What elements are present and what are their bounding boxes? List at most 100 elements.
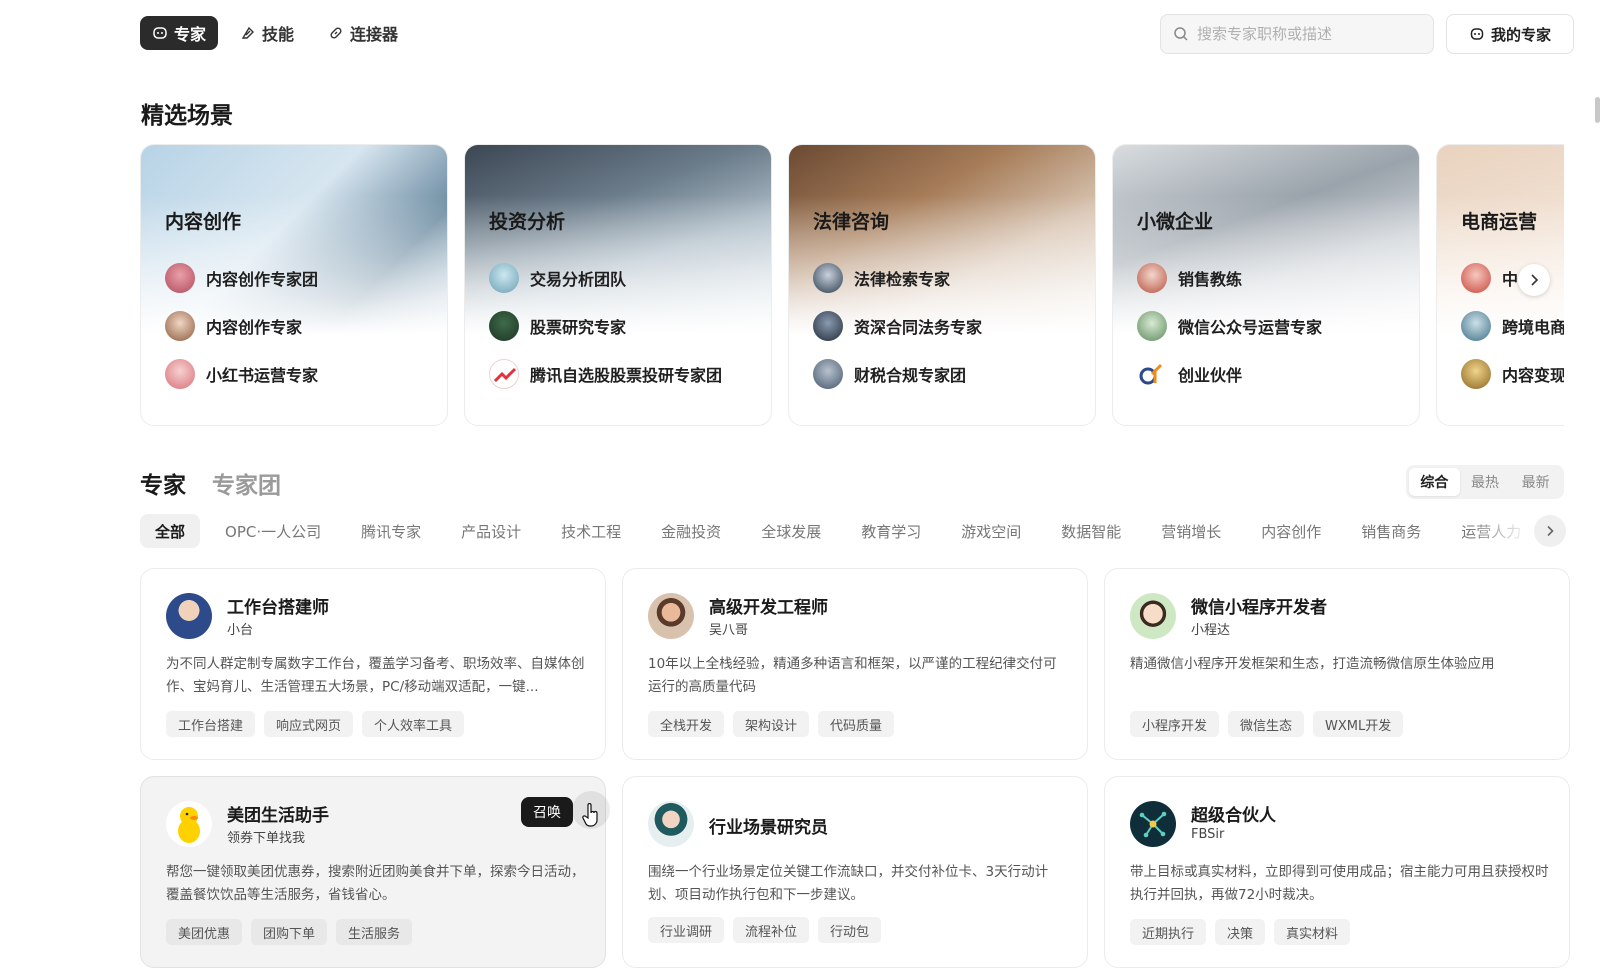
- tab-skills-label: 技能: [262, 25, 295, 44]
- category-chip[interactable]: 销售商务: [1346, 514, 1436, 548]
- scene-item[interactable]: 跨境电商: [1461, 311, 1564, 341]
- avatar: [165, 263, 195, 293]
- expert-tag: 决策: [1215, 919, 1266, 945]
- summon-button[interactable]: 召唤: [521, 797, 573, 827]
- avatar: [165, 359, 195, 389]
- category-chip[interactable]: 全球发展: [746, 514, 836, 548]
- category-chip[interactable]: 数据智能: [1046, 514, 1136, 548]
- expert-tag: 工作台搭建: [166, 711, 256, 737]
- expert-description: 围绕一个行业场景定位关键工作流缺口，并交付补位卡、3天行动计划、项目动作执行包和…: [648, 864, 1049, 903]
- avatar: [813, 263, 843, 293]
- stock-trend-icon: [493, 367, 517, 383]
- scene-title: 电商运营: [1461, 211, 1538, 233]
- sort-newest[interactable]: 最新: [1510, 468, 1561, 496]
- scene-item[interactable]: 资深合同法务专家: [813, 311, 982, 341]
- scene-item[interactable]: 销售教练: [1137, 263, 1322, 293]
- sort-hottest[interactable]: 最热: [1460, 468, 1511, 496]
- expert-description: 10年以上全栈经验，精通多种语言和框架，以严谨的工程纪律交付可运行的高质量代码: [648, 656, 1057, 695]
- expert-tag: 团购下单: [251, 919, 328, 945]
- category-chip[interactable]: 营销增长: [1146, 514, 1236, 548]
- network-logo-icon: [1139, 811, 1167, 838]
- expert-tag: 全栈开发: [648, 711, 725, 737]
- categories-next-button[interactable]: [1534, 515, 1566, 547]
- expert-tag: 近期执行: [1130, 919, 1207, 945]
- category-chip[interactable]: 内容创作: [1246, 514, 1336, 548]
- scene-card-legal[interactable]: 法律咨询 法律检索专家 资深合同法务专家 财税合规专家团: [788, 144, 1096, 426]
- avatar: [1137, 359, 1167, 389]
- expert-card[interactable]: 工作台搭建师 小台 为不同人群定制专属数字工作台，覆盖学习备考、职场效率、自媒体…: [140, 568, 606, 760]
- expert-card[interactable]: 高级开发工程师 吴八哥 10年以上全栈经验，精通多种语言和框架，以严谨的工程纪律…: [622, 568, 1088, 760]
- hand-cursor-icon: [582, 803, 598, 827]
- scene-item-label: 创业伙伴: [1178, 366, 1243, 385]
- avatar: [1130, 801, 1176, 847]
- avatar: [166, 593, 212, 639]
- search-input[interactable]: [1197, 25, 1417, 43]
- scene-item[interactable]: 交易分析团队: [489, 263, 722, 293]
- chevron-right-icon: [1531, 274, 1539, 286]
- scene-item[interactable]: 腾讯自选股股票投研专家团: [489, 359, 722, 389]
- scenes-next-button[interactable]: [1518, 264, 1550, 296]
- category-chip[interactable]: 金融投资: [646, 514, 736, 548]
- scene-item[interactable]: 小红书运营专家: [165, 359, 318, 389]
- expert-tag: 行动包: [818, 917, 882, 943]
- category-chip[interactable]: 全部: [140, 514, 201, 548]
- sort-overall[interactable]: 综合: [1409, 468, 1460, 496]
- tab-experts[interactable]: 专家: [140, 16, 219, 50]
- my-experts-label: 我的专家: [1490, 25, 1551, 44]
- tab-skills[interactable]: 技能: [228, 16, 306, 50]
- category-chip[interactable]: 腾讯专家: [346, 514, 436, 548]
- scene-item[interactable]: 内容变现: [1461, 359, 1564, 389]
- scene-item[interactable]: 创业伙伴: [1137, 359, 1322, 389]
- scene-card-smb[interactable]: 小微企业 销售教练 微信公众号运营专家 创业伙伴: [1112, 144, 1420, 426]
- scene-item-label: 内容变现: [1502, 366, 1564, 385]
- scene-title: 投资分析: [489, 211, 566, 233]
- my-experts-button[interactable]: 我的专家: [1446, 14, 1574, 54]
- avatar: [1461, 359, 1491, 389]
- scene-card-investment[interactable]: 投资分析 交易分析团队 股票研究专家 腾讯自选股股票投研专家团: [464, 144, 772, 426]
- avatar: [1137, 311, 1167, 341]
- scene-item[interactable]: 内容创作专家团: [165, 263, 318, 293]
- expert-name: 行业场景研究员: [709, 818, 828, 838]
- scene-item[interactable]: 法律检索专家: [813, 263, 982, 293]
- scene-item-label: 交易分析团队: [530, 270, 627, 289]
- expert-name: 高级开发工程师: [709, 598, 828, 618]
- top-nav: 专家 技能 连接器: [140, 16, 410, 50]
- scene-title: 小微企业: [1137, 211, 1214, 233]
- tab-experts-list[interactable]: 专家: [140, 466, 186, 500]
- expert-card[interactable]: 超级合伙人 FBSir 带上目标或真实材料，立即得到可使用成品；宿主能力可用且获…: [1104, 776, 1570, 968]
- expert-card[interactable]: 美团生活助手 领券下单找我 帮您一键领取美团优惠券，搜索附近团购美食并下单，探索…: [140, 776, 610, 968]
- expert-name: 微信小程序开发者: [1191, 598, 1327, 618]
- expert-tabs: 专家 专家团: [140, 466, 281, 500]
- expert-tag: 行业调研: [648, 917, 725, 943]
- expert-subtitle: 小台: [227, 623, 254, 638]
- scene-title: 法律咨询: [813, 211, 890, 233]
- tab-expert-teams[interactable]: 专家团: [212, 466, 281, 500]
- tab-connectors[interactable]: 连接器: [316, 16, 410, 50]
- expert-card[interactable]: 微信小程序开发者 小程达 精通微信小程序开发框架和生态，打造流畅微信原生体验应用…: [1104, 568, 1570, 760]
- scene-item[interactable]: 微信公众号运营专家: [1137, 311, 1322, 341]
- search-box[interactable]: [1160, 14, 1434, 54]
- expert-card[interactable]: 行业场景研究员 围绕一个行业场景定位关键工作流缺口，并交付补位卡、3天行动计划、…: [622, 776, 1088, 968]
- expert-subtitle: 领券下单找我: [227, 831, 306, 846]
- expert-tag: 流程补位: [733, 917, 810, 943]
- tab-experts-label: 专家: [174, 25, 207, 44]
- scene-item[interactable]: 财税合规专家团: [813, 359, 982, 389]
- category-chip[interactable]: 游戏空间: [946, 514, 1036, 548]
- scene-card-content[interactable]: 内容创作 内容创作专家团 内容创作专家 小红书运营专家: [140, 144, 448, 426]
- category-chip[interactable]: 产品设计: [446, 514, 536, 548]
- scene-item[interactable]: 内容创作专家: [165, 311, 318, 341]
- scene-item-label: 内容创作专家: [206, 318, 303, 337]
- expert-tag: 响应式网页: [264, 711, 354, 737]
- avatar: [489, 359, 519, 389]
- scene-item-label: 财税合规专家团: [854, 366, 967, 385]
- scrollbar[interactable]: [1595, 97, 1600, 123]
- expert-subtitle: 吴八哥: [709, 623, 749, 638]
- expert-name: 美团生活助手: [227, 806, 329, 826]
- category-chip[interactable]: 教育学习: [846, 514, 936, 548]
- expert-tag: WXML开发: [1313, 711, 1404, 737]
- scene-item-label: 法律检索专家: [854, 270, 951, 289]
- category-chip[interactable]: 技术工程: [546, 514, 636, 548]
- category-chip[interactable]: OPC·一人公司: [210, 514, 336, 548]
- expert-tag: 个人效率工具: [362, 711, 465, 737]
- scene-item[interactable]: 股票研究专家: [489, 311, 722, 341]
